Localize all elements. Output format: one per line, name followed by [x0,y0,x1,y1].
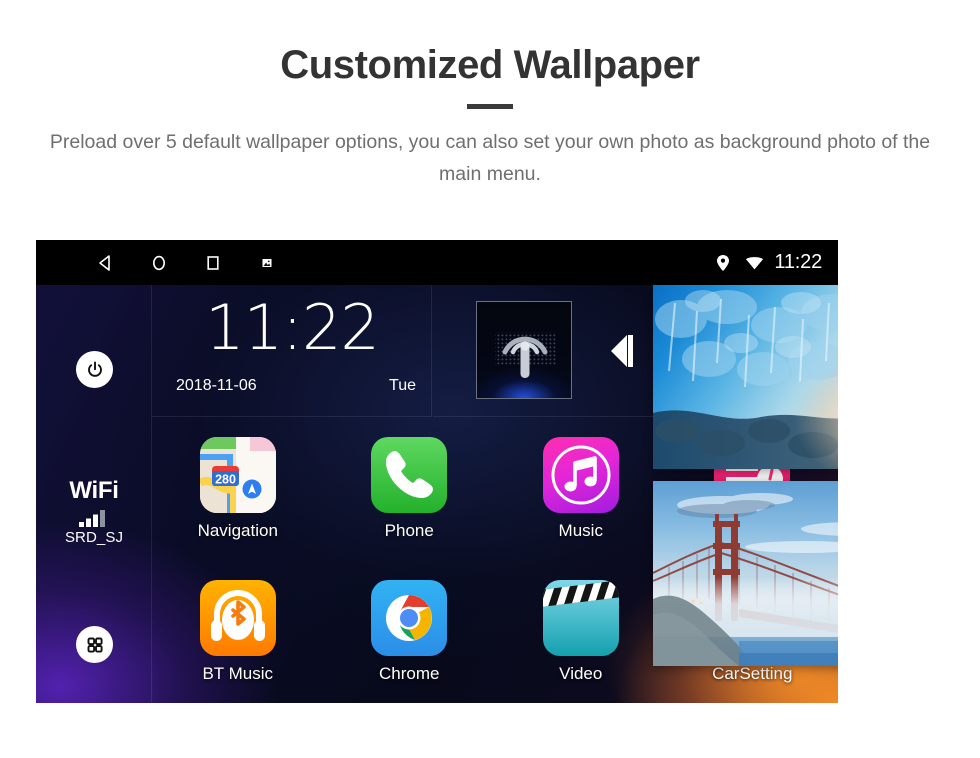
left-sidebar: WiFi SRD_SJ [36,285,152,703]
android-status-bar: 11:22 [36,240,838,285]
clapperboard-icon [542,579,619,656]
app-label: Music [558,521,603,541]
app-chrome[interactable]: Chrome [324,561,496,704]
clock-widget-time: 11:22 [205,291,380,364]
status-indicators: 11:22 [712,251,822,274]
screenshot-icon[interactable] [256,252,278,274]
app-video[interactable]: Video [495,561,667,704]
head-unit-display: 11:22 WiFi SRD_SJ 11:22 2018-11-06 Tue 2… [36,240,838,703]
page-title: Customized Wallpaper [280,43,700,87]
app-music[interactable]: Music [495,418,667,561]
app-phone[interactable]: Phone [324,418,496,561]
svg-text:280: 280 [215,473,236,487]
clock-widget-weekday: Tue [389,377,416,394]
recents-icon[interactable] [202,252,224,274]
phone-icon [371,437,448,514]
app-label: Video [559,663,603,683]
golden-gate-bridge-wallpaper-preview[interactable] [653,481,838,666]
radio-album-art [476,301,572,399]
status-bar-clock: 11:22 [774,251,822,273]
app-label: BT Music [202,663,274,683]
ice-cave-wallpaper-preview[interactable] [653,285,838,469]
maps-icon: 280 [199,437,276,514]
page-header: Customized Wallpaper Preload over 5 defa… [0,0,980,190]
home-icon[interactable] [148,252,170,274]
chrome-icon [371,579,448,656]
title-divider [467,104,513,109]
wifi-label: WiFi [69,477,119,504]
clock-widget-meta: 2018-11-06 Tue [176,377,416,395]
previous-track-icon [611,335,633,367]
music-note-icon [542,437,619,514]
bluetooth-headphones-icon [199,579,276,656]
wifi-icon [743,252,765,274]
clock-widget[interactable]: 11:22 2018-11-06 Tue [152,285,432,417]
location-pin-icon [712,252,734,274]
app-bt-music[interactable]: BT Music [152,561,324,704]
previous-track-button[interactable] [603,331,639,371]
app-label: Phone [384,521,434,541]
app-label: CarSetting [712,663,793,683]
app-label: Navigation [197,521,278,541]
car-head-unit-screenshot: 11:22 WiFi SRD_SJ 11:22 2018-11-06 Tue 2… [36,240,838,703]
clock-widget-date: 2018-11-06 [176,377,257,394]
apps-grid-icon [87,637,103,653]
wifi-signal-bars-icon [79,509,109,527]
page-subtitle: Preload over 5 default wallpaper options… [49,131,931,185]
apps-grid-button[interactable] [76,626,113,663]
power-icon [87,360,102,377]
wifi-ssid: SRD_SJ [64,529,124,546]
navigation-buttons [94,252,278,274]
power-button[interactable] [76,351,113,388]
app-navigation[interactable]: 280 Navigation [152,418,324,561]
app-label: Chrome [379,663,440,683]
wifi-status-block[interactable]: WiFi SRD_SJ [36,477,152,546]
back-icon[interactable] [94,252,116,274]
radio-tower-icon [495,332,557,378]
